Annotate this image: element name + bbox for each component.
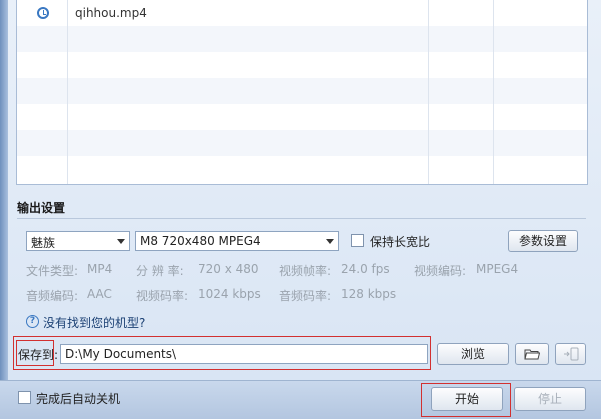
file-type-value: MP4	[87, 262, 113, 276]
folder-icon	[524, 349, 541, 360]
auto-shutdown-checkbox[interactable]	[18, 391, 31, 404]
video-codec-value: MPEG4	[476, 262, 519, 276]
device-transfer-button[interactable]	[555, 343, 586, 365]
browse-button[interactable]: 浏览	[437, 343, 509, 365]
model-select[interactable]: M8 720x480 MPEG4	[135, 231, 339, 251]
audio-bitrate-label: 音频码率:	[279, 289, 332, 303]
chevron-down-icon	[117, 239, 125, 244]
param-settings-button[interactable]: 参数设置	[508, 230, 578, 252]
list-item	[17, 78, 587, 104]
video-bitrate-label: 视频码率:	[136, 289, 189, 303]
column-divider	[493, 0, 494, 184]
list-item	[17, 156, 587, 182]
stop-button[interactable]: 停止	[514, 387, 586, 411]
resolution-value: 720 x 480	[198, 262, 259, 276]
framerate-label: 视频帧率:	[279, 264, 332, 278]
help-link[interactable]: 没有找到您的机型?	[43, 314, 145, 331]
keep-aspect-checkbox[interactable]	[351, 234, 364, 247]
resolution-label: 分 辨 率:	[136, 264, 184, 278]
list-item	[17, 52, 587, 78]
column-divider	[67, 0, 68, 184]
converter-panel: qihhou.mp4 输出设置 魅族 M8 720x480 MPEG4 保持长宽…	[0, 0, 601, 380]
keep-aspect-label: 保持长宽比	[370, 235, 431, 249]
left-edge	[0, 0, 8, 380]
audio-bitrate-value: 128 kbps	[341, 287, 397, 301]
auto-shutdown-label: 完成后自动关机	[36, 392, 121, 406]
video-codec-label: 视频编码:	[414, 264, 467, 278]
open-folder-button[interactable]	[515, 343, 549, 365]
question-icon[interactable]: ?	[26, 315, 39, 328]
video-bitrate-value: 1024 kbps	[198, 287, 261, 301]
clock-icon	[37, 7, 49, 19]
chevron-down-icon	[326, 239, 334, 244]
bottom-bar: 完成后自动关机 开始 停止	[0, 380, 601, 419]
list-item	[17, 104, 587, 130]
model-select-value: M8 720x480 MPEG4	[140, 234, 261, 248]
device-icon	[563, 347, 578, 361]
start-button[interactable]: 开始	[431, 387, 503, 411]
list-item[interactable]: qihhou.mp4	[17, 0, 587, 26]
column-divider	[428, 0, 429, 184]
file-name: qihhou.mp4	[75, 6, 147, 20]
audio-codec-value: AAC	[87, 287, 112, 301]
audio-codec-label: 音频编码:	[26, 289, 79, 303]
save-to-label: 保存到:	[18, 348, 59, 362]
list-item	[17, 26, 587, 52]
output-settings-title: 输出设置	[17, 201, 66, 215]
file-type-label: 文件类型:	[26, 264, 79, 278]
list-item	[17, 130, 587, 156]
save-path-input[interactable]: D:\My Documents\	[60, 344, 428, 364]
framerate-value: 24.0 fps	[341, 262, 390, 276]
file-list[interactable]: qihhou.mp4	[16, 0, 588, 185]
brand-select[interactable]: 魅族	[26, 231, 130, 251]
brand-select-value: 魅族	[31, 236, 56, 250]
divider	[17, 218, 586, 219]
